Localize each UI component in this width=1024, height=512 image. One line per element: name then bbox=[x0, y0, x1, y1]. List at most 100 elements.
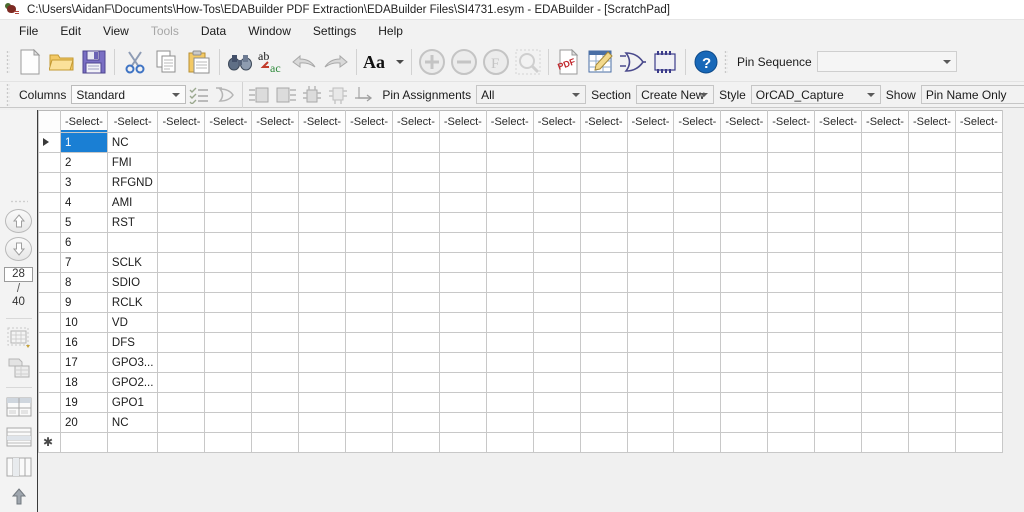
cell-empty[interactable] bbox=[861, 352, 909, 373]
cell-empty[interactable] bbox=[954, 332, 1003, 353]
cell-empty[interactable] bbox=[814, 212, 863, 233]
cell-empty[interactable] bbox=[204, 132, 253, 153]
cell-empty[interactable] bbox=[861, 292, 909, 313]
cell-empty[interactable] bbox=[814, 252, 863, 273]
row-selector-cell[interactable] bbox=[38, 252, 61, 273]
cell-empty[interactable] bbox=[485, 432, 534, 453]
cell-empty[interactable] bbox=[485, 212, 534, 233]
cell-empty[interactable] bbox=[485, 152, 534, 173]
cell-pin-name[interactable] bbox=[106, 432, 159, 453]
cell-pin-number[interactable]: 10 bbox=[60, 312, 108, 333]
cell-empty[interactable] bbox=[767, 432, 816, 453]
open-folder-icon[interactable] bbox=[46, 45, 78, 79]
cell-empty[interactable] bbox=[532, 232, 581, 253]
table-row[interactable]: 16 DFS bbox=[38, 332, 1003, 353]
cell-empty[interactable] bbox=[673, 312, 722, 333]
cell-empty[interactable] bbox=[157, 272, 206, 293]
cell-empty[interactable] bbox=[861, 152, 909, 173]
cell-empty[interactable] bbox=[391, 292, 440, 313]
cell-empty[interactable] bbox=[954, 292, 1003, 313]
spreadsheet-edit-icon[interactable] bbox=[585, 45, 617, 79]
replace-ab-ac-icon[interactable]: ab ac bbox=[256, 45, 288, 79]
cell-empty[interactable] bbox=[814, 392, 863, 413]
cell-empty[interactable] bbox=[673, 152, 722, 173]
cell-empty[interactable] bbox=[861, 192, 909, 213]
menu-item-edit[interactable]: Edit bbox=[49, 21, 92, 41]
cell-pin-number[interactable]: 20 bbox=[60, 412, 108, 433]
cell-empty[interactable] bbox=[814, 272, 863, 293]
cell-empty[interactable] bbox=[532, 172, 581, 193]
cell-empty[interactable] bbox=[251, 392, 300, 413]
cell-pin-number[interactable]: 19 bbox=[60, 392, 108, 413]
cell-empty[interactable] bbox=[626, 192, 675, 213]
cell-empty[interactable] bbox=[579, 212, 628, 233]
cell-empty[interactable] bbox=[579, 312, 628, 333]
cell-empty[interactable] bbox=[157, 232, 206, 253]
cell-empty[interactable] bbox=[251, 252, 300, 273]
cell-pin-number[interactable]: 17 bbox=[60, 352, 108, 373]
cell-empty[interactable] bbox=[767, 332, 816, 353]
pin-split-icon[interactable] bbox=[351, 84, 377, 106]
row-selector-cell[interactable] bbox=[38, 412, 61, 433]
column-header-select-11[interactable]: -Select- bbox=[579, 110, 628, 133]
row-selector-cell[interactable] bbox=[38, 352, 61, 373]
cell-empty[interactable] bbox=[767, 192, 816, 213]
cell-empty[interactable] bbox=[673, 412, 722, 433]
new-document-icon[interactable] bbox=[14, 45, 46, 79]
cell-empty[interactable] bbox=[204, 192, 253, 213]
cell-empty[interactable] bbox=[251, 412, 300, 433]
cell-empty[interactable] bbox=[438, 292, 487, 313]
cell-empty[interactable] bbox=[204, 232, 253, 253]
cell-pin-name[interactable]: SCLK bbox=[106, 252, 159, 273]
cell-pin-name[interactable]: GPO3... bbox=[106, 352, 159, 373]
cut-scissors-icon[interactable] bbox=[119, 45, 151, 79]
cell-empty[interactable] bbox=[485, 312, 534, 333]
cell-empty[interactable] bbox=[814, 152, 863, 173]
cell-empty[interactable] bbox=[391, 332, 440, 353]
cell-empty[interactable] bbox=[391, 312, 440, 333]
table-row[interactable]: 4 AMI bbox=[38, 192, 1003, 213]
table-row[interactable]: 2 FMI bbox=[38, 152, 1003, 173]
cell-empty[interactable] bbox=[626, 232, 675, 253]
cell-empty[interactable] bbox=[438, 432, 487, 453]
row-selector-cell[interactable] bbox=[38, 172, 61, 193]
cell-empty[interactable] bbox=[907, 232, 956, 253]
cell-empty[interactable] bbox=[391, 392, 440, 413]
column-header-select-1[interactable]: -Select- bbox=[106, 110, 159, 133]
cell-empty[interactable] bbox=[438, 392, 487, 413]
cell-empty[interactable] bbox=[626, 372, 675, 393]
cell-empty[interactable] bbox=[251, 292, 300, 313]
cell-empty[interactable] bbox=[485, 252, 534, 273]
cell-empty[interactable] bbox=[251, 312, 300, 333]
cell-empty[interactable] bbox=[720, 332, 769, 353]
row-selector-cell[interactable] bbox=[38, 372, 61, 393]
cell-empty[interactable] bbox=[157, 432, 206, 453]
cell-empty[interactable] bbox=[954, 372, 1003, 393]
cell-empty[interactable] bbox=[626, 252, 675, 273]
cell-pin-number[interactable]: 18 bbox=[60, 372, 108, 393]
cell-empty[interactable] bbox=[579, 292, 628, 313]
cell-empty[interactable] bbox=[251, 152, 300, 173]
cell-empty[interactable] bbox=[251, 172, 300, 193]
column-header-select-9[interactable]: -Select- bbox=[485, 110, 534, 133]
cell-empty[interactable] bbox=[345, 412, 393, 433]
cell-empty[interactable] bbox=[532, 332, 581, 353]
cell-empty[interactable] bbox=[532, 192, 581, 213]
pins-right-icon[interactable] bbox=[273, 84, 299, 106]
cell-empty[interactable] bbox=[720, 292, 769, 313]
cell-empty[interactable] bbox=[345, 332, 393, 353]
cell-empty[interactable] bbox=[298, 212, 347, 233]
cell-pin-name[interactable]: RST bbox=[106, 212, 159, 233]
row-selector-cell[interactable] bbox=[38, 312, 61, 333]
cell-empty[interactable] bbox=[391, 352, 440, 373]
cell-pin-number[interactable]: 7 bbox=[60, 252, 108, 273]
cell-empty[interactable] bbox=[157, 252, 206, 273]
cell-empty[interactable] bbox=[157, 312, 206, 333]
table-row[interactable]: 19 GPO1 bbox=[38, 392, 1003, 413]
column-header-select-7[interactable]: -Select- bbox=[391, 110, 440, 133]
arrow-down-icon[interactable] bbox=[5, 237, 32, 261]
cell-empty[interactable] bbox=[814, 192, 863, 213]
row-selector-cell[interactable] bbox=[38, 392, 61, 413]
cell-empty[interactable] bbox=[626, 152, 675, 173]
cell-empty[interactable] bbox=[767, 412, 816, 433]
